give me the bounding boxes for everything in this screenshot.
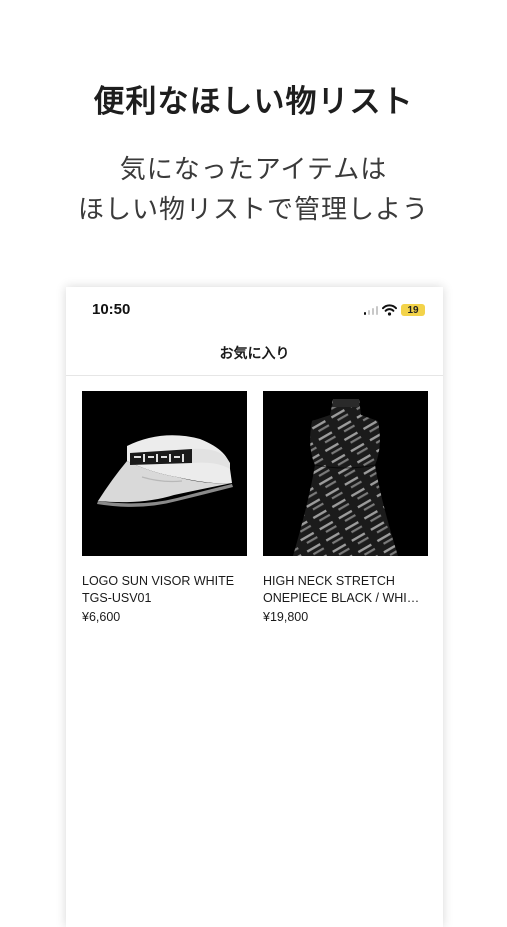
- promo-subline: 気になったアイテムは ほしい物リストで管理しよう: [0, 150, 507, 230]
- wifi-icon: [382, 304, 397, 316]
- product-price: ¥19,800: [263, 610, 309, 624]
- favorite-item-visor[interactable]: LOGO SUN VISOR WHITE TGS-USV01 ¥6,600: [82, 391, 247, 624]
- battery-icon: 19: [401, 304, 425, 316]
- product-name[interactable]: HIGH NECK STRETCH ONEPIECE BLACK / WHI…: [263, 573, 428, 607]
- promo-subline-line-2: ほしい物リストで管理しよう: [77, 195, 429, 225]
- phone-screen: 10:50 19 お気に入り LOGO SUN VISOR WHITE TGS-…: [66, 287, 443, 927]
- cellular-signal-icon: [363, 305, 378, 315]
- status-time: 10:50: [92, 301, 131, 318]
- product-price: ¥6,600: [82, 610, 121, 624]
- nav-divider: [66, 375, 443, 376]
- product-name[interactable]: LOGO SUN VISOR WHITE TGS-USV01: [82, 573, 247, 607]
- promo-headline: 便利なほしい物リスト: [93, 84, 414, 120]
- status-bar: 10:50 19: [66, 287, 443, 331]
- status-icons: 19: [363, 303, 425, 317]
- product-image-dress[interactable]: [263, 391, 428, 556]
- favorite-item-dress[interactable]: HIGH NECK STRETCH ONEPIECE BLACK / WHI… …: [263, 391, 428, 624]
- promo-subline-line-1: 気になったアイテムは: [119, 155, 388, 185]
- product-image-visor[interactable]: [82, 391, 247, 556]
- nav-title: お気に入り: [219, 346, 290, 362]
